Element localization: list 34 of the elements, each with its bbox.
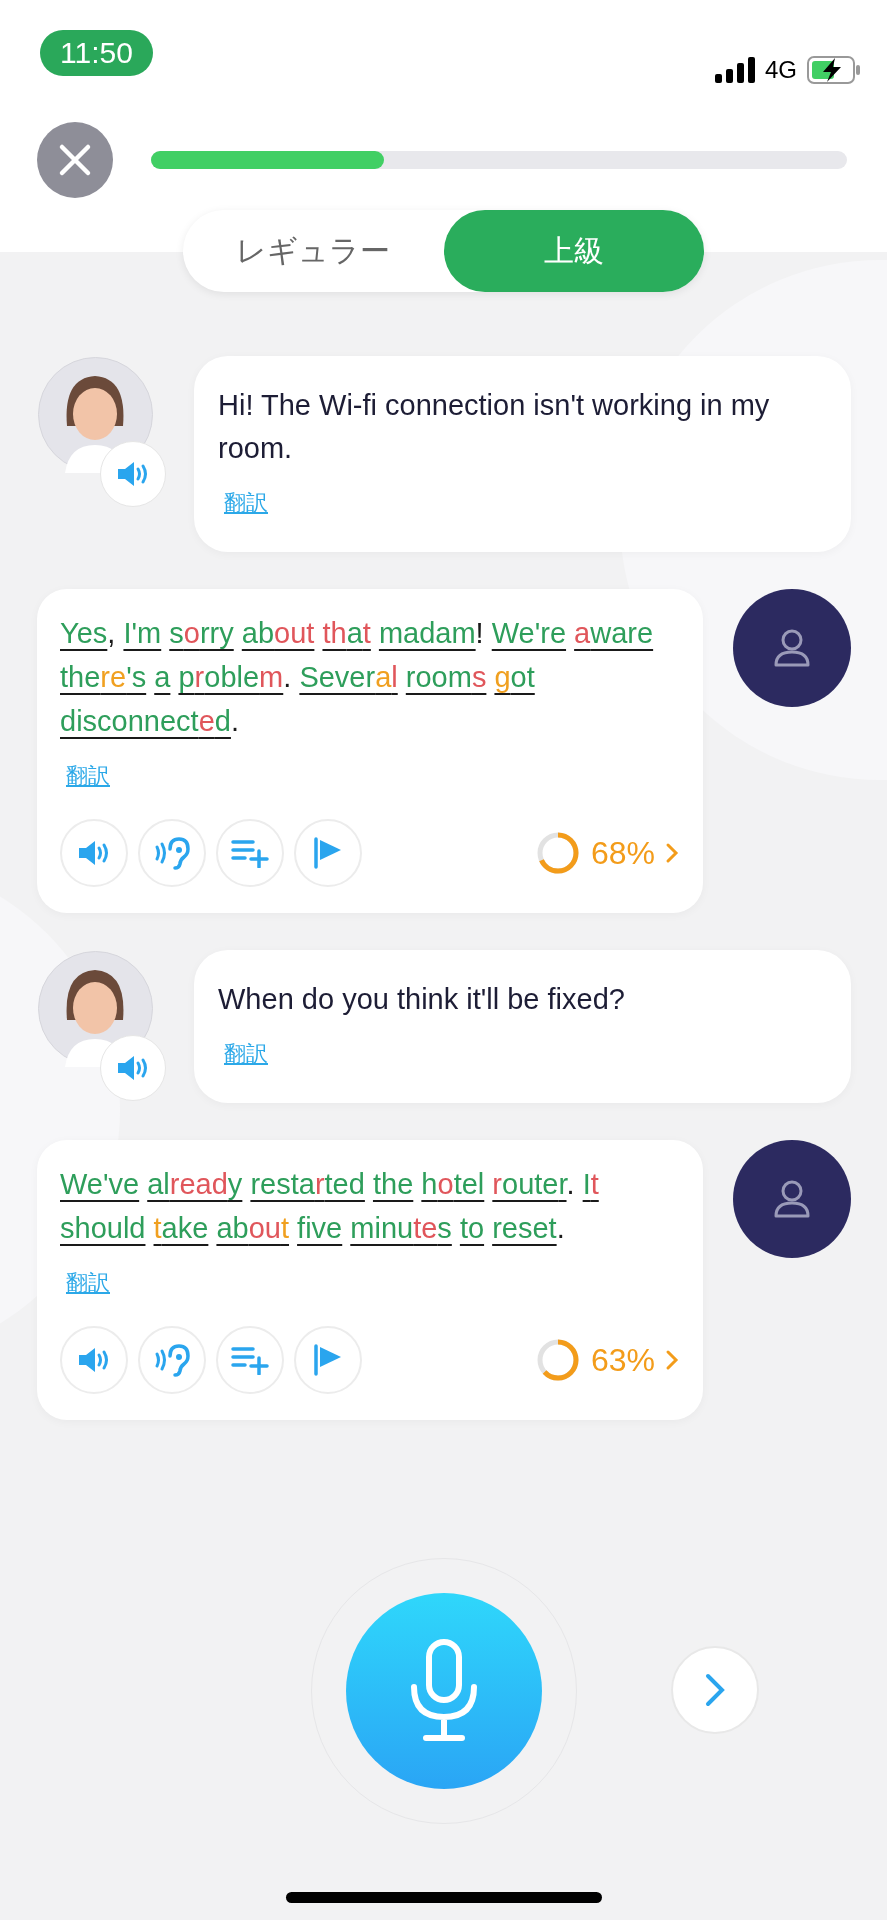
add-list-icon	[231, 838, 269, 868]
mode-tab[interactable]: レギュラー	[183, 210, 444, 292]
scored-sentence: Yes, I'm sorry about that madam! We're aware there's a problem. Several rooms got disconnected.	[60, 616, 655, 739]
translate-link[interactable]: 翻訳	[224, 1039, 268, 1069]
ear-icon	[154, 1343, 190, 1377]
message-text: When do you think it'll be fixed?	[218, 982, 626, 1017]
chevron-right-icon	[704, 1672, 726, 1708]
network-label: 4G	[765, 56, 797, 84]
person-icon	[773, 628, 811, 668]
speaker-icon	[116, 461, 150, 487]
close-icon	[58, 143, 92, 177]
flag-icon	[313, 837, 343, 869]
score-button[interactable]: 68%	[534, 830, 679, 876]
speaker-icon	[77, 840, 111, 866]
signal-icon	[715, 57, 755, 83]
status-time: 11:50	[40, 30, 153, 76]
message-text: Hi! The Wi-fi connection isn't working in my room.	[218, 388, 771, 466]
speaker-icon	[77, 1347, 111, 1373]
chevron-right-icon	[665, 842, 679, 864]
chevron-right-icon	[665, 1349, 679, 1371]
translate-link[interactable]: 翻訳	[66, 1268, 110, 1298]
scored-sentence: We've already restarted the hotel router. It should take about five minutes to reset.	[60, 1167, 600, 1246]
flag-icon	[313, 1344, 343, 1376]
score-button[interactable]: 63%	[534, 1337, 679, 1383]
translate-link[interactable]: 翻訳	[66, 761, 110, 791]
person-icon	[773, 1179, 811, 1219]
speaker-icon	[116, 1055, 150, 1081]
add-list-icon	[231, 1345, 269, 1375]
ear-icon	[154, 836, 190, 870]
battery-charging-icon	[807, 56, 861, 84]
translate-link[interactable]: 翻訳	[224, 488, 268, 518]
score-value: 63%	[590, 1341, 655, 1379]
score-value: 68%	[590, 834, 655, 872]
mode-tab[interactable]: 上級	[443, 210, 704, 292]
